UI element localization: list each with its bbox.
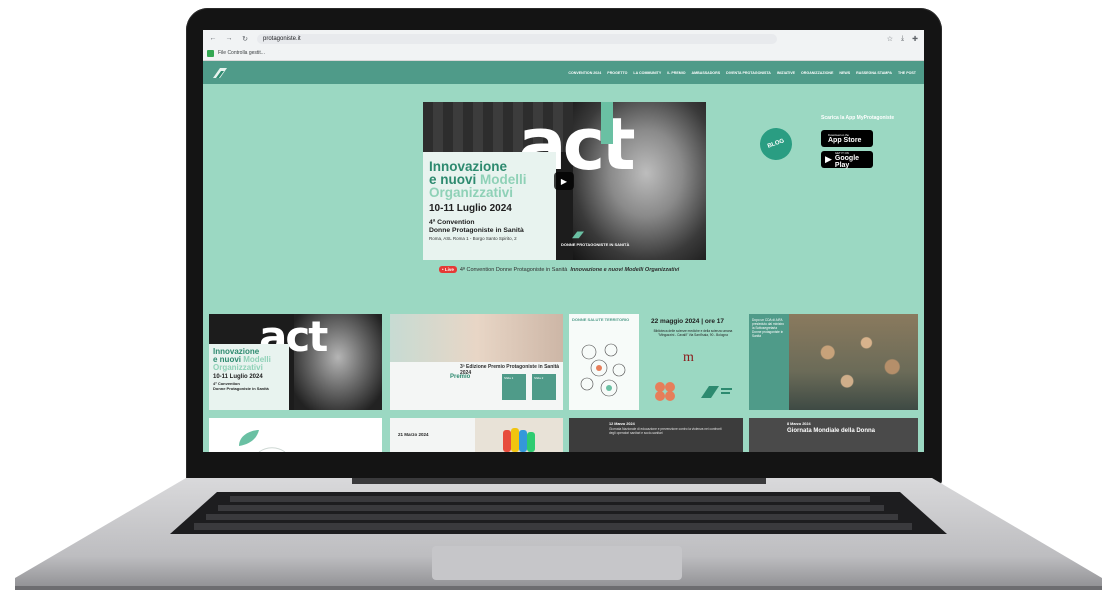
news-tile-22-maggio[interactable]: 22 maggio 2024 | ore 17 Biblioteca delle… [643,314,743,410]
hero-convention-line2: Donne Protagoniste in Sanità [429,226,524,234]
tile-photo-audience [789,314,918,410]
tile-sfida-1: Sfida 1 [502,374,526,400]
tile-12-marzo-date: 12 Marzo 2024 [609,422,635,426]
star-icon[interactable]: ☆ [887,35,893,43]
news-tile-premio[interactable]: 3ª Edizione Premio Protagoniste in Sanit… [390,314,563,410]
caption-italic: Innovazione e nuovi Modelli Organizzativ… [570,266,680,273]
hero-convention: 4ª Convention Donne Protagoniste in Sani… [429,219,550,234]
nav-item-diventa[interactable]: DIVENTA PROTAGONISTA [726,71,771,75]
tile-title-card: Innovazione e nuovi Modelli Organizzativ… [209,344,289,410]
hero-title: Innovazione e nuovi Modelli Organizzativ… [429,160,550,200]
caption-text: 4ª Convention Donne Protagoniste in Sani… [459,266,568,273]
browser-chrome: ← → ↻ protagoniste.it ☆ ⤓ ✚ File Control… [203,30,924,61]
tile-21-marzo-date: 21 Marzo 2024 [398,432,429,437]
tile-8-marzo-date: 8 Marzo 2024 [787,422,811,426]
hero-video[interactable]: act Innovazione e nuovi Modelli Organizz… [423,102,706,260]
hero-place: Roma, ASL Roma 1 - Borgo Santo Spirito, … [429,236,517,241]
news-tile-21-marzo[interactable]: 21 Marzo 2024 [390,418,475,452]
play-icon[interactable]: ▶ [554,172,574,190]
site-logo-icon[interactable] [211,65,229,81]
keyboard-deck-icon [15,478,1102,590]
tile-22-maggio-sub: Biblioteca delle scienze mediche e della… [653,329,733,337]
nav-item-progetto[interactable]: PROGETTO [607,71,627,75]
tile-premio-label: Premio [450,374,471,380]
news-tile-12-marzo[interactable]: 12 Marzo 2024 Giornata Nazionale di educ… [569,418,743,452]
video-caption: • Live 4ª Convention Donne Protagoniste … [439,266,679,273]
tile-title-line3: Organizzativi [213,363,263,372]
extensions-icon[interactable]: ✚ [912,35,918,43]
illustration-icon [580,343,626,397]
nav-item-rassegna[interactable]: RASSEGNA STAMPA [856,71,892,75]
address-bar[interactable]: protagoniste.it [257,33,777,44]
news-tile-hands[interactable] [475,418,563,452]
laptop-mockup: ← → ↻ protagoniste.it ☆ ⤓ ✚ File Control… [0,0,1117,604]
hero-accent-bar [601,102,613,144]
live-badge: • Live [439,266,457,273]
app-store-label: App Store [828,137,862,144]
hero-brand: DONNE PROTAGONISTE IN SANITÀ [561,242,630,247]
browser-actions: ☆ ⤓ ✚ [887,35,918,43]
nav-item-convention[interactable]: CONVENTION 2024 [568,71,601,75]
laptop-base [12,478,1105,594]
tile-8-marzo-text: Giornata Mondiale della Donna [787,428,876,434]
tile-photo-hands [390,314,563,362]
news-tile-convention[interactable]: act Innovazione e nuovi Modelli Organizz… [209,314,382,410]
download-icon[interactable]: ⤓ [901,35,904,43]
tile-22-maggio-date: 22 maggio 2024 | ore 17 [651,318,724,325]
news-tile-8-marzo[interactable]: 8 Marzo 2024 Giornata Mondiale della Don… [749,418,918,452]
tile-12-marzo-text: Giornata Nazionale di educazione e preve… [609,427,722,435]
tile-aifa-text: Dopo un CDA di AIFA presieduto dal minis… [749,314,789,410]
colorful-hands-icon [503,428,535,452]
forward-icon[interactable]: → [225,35,233,42]
tile-m-logo: m [683,350,694,365]
app-store-button[interactable]: Download on the App Store [821,130,873,147]
bookmark-item[interactable]: File Controlla gestit... [207,47,265,59]
nav-item-the-post[interactable]: THE POST [898,71,916,75]
hero-title-card: Innovazione e nuovi Modelli Organizzativ… [423,152,556,260]
nav-item-community[interactable]: LA COMMUNITY [633,71,661,75]
hero-title-line3: Organizzativi [429,185,514,200]
bookmark-favicon-icon [207,49,214,57]
tile-donne-salute-label: DONNE SALUTE TERRITORIO [572,317,630,322]
laptop-screen: ← → ↻ protagoniste.it ☆ ⤓ ✚ File Control… [203,30,924,452]
nav-item-iniziative[interactable]: INIZIATIVE [777,71,795,75]
browser-toolbar: ← → ↻ protagoniste.it ☆ ⤓ ✚ [203,32,924,45]
play-store-icon: ▶ [825,154,832,164]
tile-convention-line2: Donne Protagoniste in Sanità [213,385,269,391]
google-play-button[interactable]: ▶ GET IT ON Google Play [821,151,873,169]
partner-logo-icon [701,386,732,398]
reload-icon[interactable]: ↻ [241,35,249,43]
flower-logo-icon [655,382,675,401]
blog-badge[interactable]: BLOG [755,123,797,165]
news-tile-aifa[interactable]: Dopo un CDA di AIFA presieduto dal minis… [749,314,918,410]
brand-logo-icon [572,231,584,239]
news-tile-illustration[interactable] [209,418,382,452]
hero-convention-line1: 4ª Convention [429,219,475,226]
app-download-title: Scarica la App MyProtagoniste [821,115,895,121]
news-tile-donne-salute[interactable]: DONNE SALUTE TERRITORIO [569,314,639,410]
main-menu: CONVENTION 2024 PROGETTO LA COMMUNITY IL… [568,71,916,75]
bookmark-label: File Controlla gestit... [218,50,265,56]
nav-item-news[interactable]: NEWS [839,71,850,75]
tile-date: 10-11 Luglio 2024 [213,374,263,380]
tile-sfida-2: Sfida 2 [532,374,556,400]
nav-item-ambassadors[interactable]: AMBASSADORS [692,71,721,75]
nav-item-premio[interactable]: IL PREMIO [667,71,685,75]
nav-item-organizzazione[interactable]: ORGANIZZAZIONE [801,71,833,75]
back-icon[interactable]: ← [209,35,217,42]
leaf-icon [239,430,286,452]
hero-date: 10-11 Luglio 2024 [429,203,512,214]
site-navbar: CONVENTION 2024 PROGETTO LA COMMUNITY IL… [203,61,924,84]
google-play-label: Google Play [834,154,860,169]
